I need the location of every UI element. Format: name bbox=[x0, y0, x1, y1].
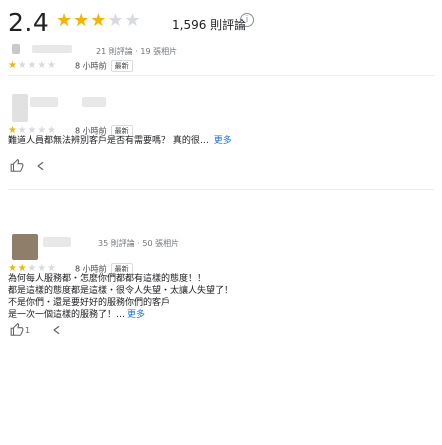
overall-stars: ★★★★★ bbox=[56, 10, 142, 31]
avatar[interactable] bbox=[12, 234, 38, 260]
review-time-label: 8 小時前 bbox=[75, 61, 107, 71]
overall-rating: 2.4 bbox=[8, 8, 50, 37]
thumb-up-icon[interactable] bbox=[10, 323, 24, 337]
review-stars: ★★★★★ bbox=[8, 60, 57, 71]
divider bbox=[8, 75, 434, 76]
new-badge: 最新 bbox=[110, 60, 133, 72]
reviewer-meta: 35 則評論 · 50 張相片 bbox=[98, 239, 180, 248]
divider bbox=[8, 189, 434, 190]
info-icon[interactable]: i bbox=[240, 13, 254, 27]
reviewer-name[interactable] bbox=[30, 97, 58, 107]
review-text: 難道人員都無法辨別客戶是否有需要嗎？ 真的很… 更多 bbox=[8, 135, 418, 147]
review-card-2: ★★★★★ 8 小時前 最新 難道人員都無法辨別客戶是否有需要嗎？ 真的很… 更多 bbox=[8, 94, 434, 190]
review-actions: 1 bbox=[10, 323, 70, 339]
review-line-4-text: 是一次一個這樣的服務了！… bbox=[8, 310, 126, 320]
share-icon[interactable] bbox=[50, 323, 64, 337]
thumb-up-icon[interactable] bbox=[10, 159, 24, 173]
share-icon[interactable] bbox=[34, 159, 48, 173]
review-body: 難道人員都無法辨別客戶是否有需要嗎？ 真的很… bbox=[8, 136, 209, 146]
reviewer-meta-blur bbox=[82, 97, 106, 107]
review-text: 為何每人服務都・怎麼你們都都有這樣的態度！！ 都是這樣的態度都是這樣・很令人失望… bbox=[8, 273, 418, 321]
review-card-1: 21 則評論 · 19 張相片 ★★★★★ 8 小時前 最新 bbox=[8, 44, 434, 76]
review-actions bbox=[10, 159, 50, 175]
review-line-1: 為何每人服務都・怎麼你們都都有這樣的態度！！ bbox=[8, 274, 207, 284]
avatar[interactable] bbox=[12, 94, 28, 122]
review-card-3: 35 則評論 · 50 張相片 ★★★★★ 8 小時前 最新 為何每人服務都・怎麼… bbox=[8, 234, 434, 434]
like-count: 1 bbox=[25, 326, 31, 335]
review-line-4: 是一次一個這樣的服務了！… 更多 bbox=[8, 309, 418, 321]
review-stars-filled: ★ bbox=[8, 60, 18, 71]
reviewer-name[interactable] bbox=[43, 237, 71, 247]
review-count[interactable]: 1,596 則評論 bbox=[172, 16, 246, 33]
reviewer-meta: 21 則評論 · 19 張相片 bbox=[96, 47, 178, 56]
avatar[interactable] bbox=[12, 44, 20, 54]
more-link[interactable]: 更多 bbox=[214, 136, 232, 146]
empty-stars: ★★ bbox=[107, 10, 142, 31]
review-time: 8 小時前 最新 bbox=[75, 60, 133, 72]
review-stars-empty: ★★★★ bbox=[17, 60, 57, 71]
more-link[interactable]: 更多 bbox=[127, 310, 145, 320]
reviewer-name[interactable] bbox=[32, 45, 72, 53]
half-star: ★ bbox=[90, 10, 108, 31]
rating-summary: 2.4 ★★★★★ 1,596 則評論 i bbox=[8, 6, 434, 40]
review-line-2: 都是這樣的態度都是這樣・很令人失望・太讓人失望了！ bbox=[8, 286, 234, 296]
filled-stars: ★★ bbox=[56, 10, 91, 31]
review-line-3: 不是你們・還是要好好的服務你們的客戶 bbox=[8, 298, 171, 308]
